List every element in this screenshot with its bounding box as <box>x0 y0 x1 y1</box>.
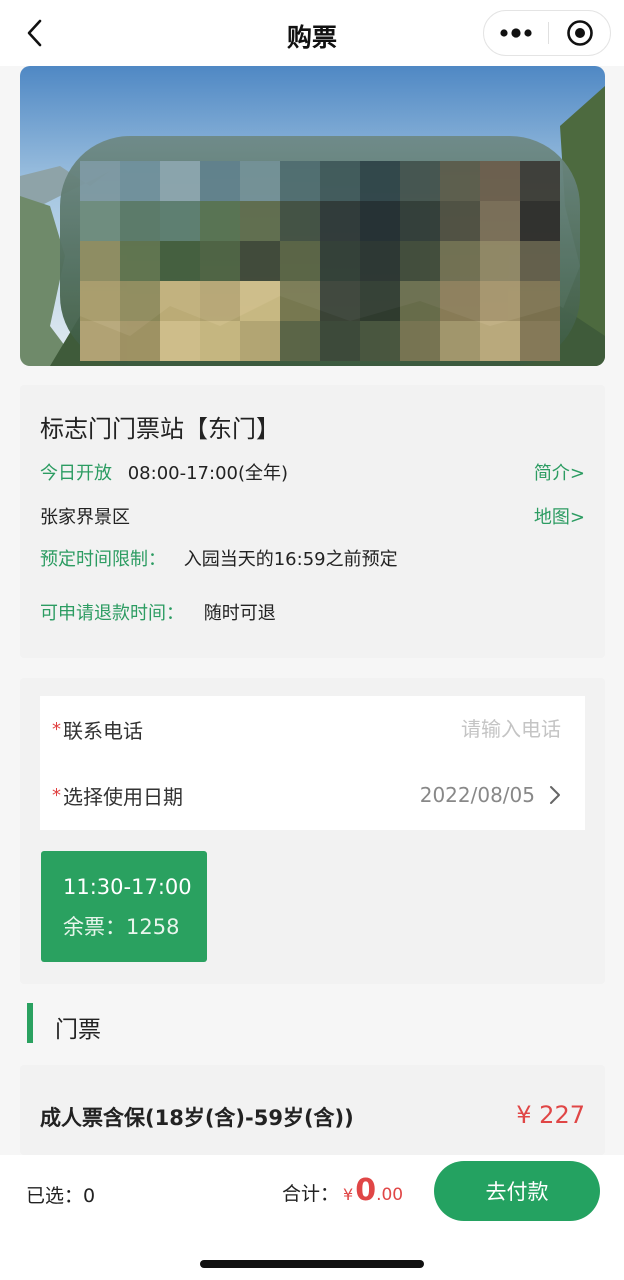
refund-row: 可申请退款时间： 随时可退 <box>40 599 585 625</box>
more-dots-icon <box>500 28 532 38</box>
open-hours-row: 今日开放 08:00-17:00(全年) 简介> <box>40 459 585 485</box>
phone-label: 联系电话 <box>63 718 143 743</box>
booking-limit-row: 预定时间限制： 入园当天的16:59之前预定 <box>40 545 585 571</box>
currency-symbol: ¥ <box>343 1185 354 1204</box>
pay-button[interactable]: 去付款 <box>434 1161 600 1221</box>
booking-limit-label: 预定时间限制： <box>40 549 166 570</box>
slot-time: 11:30-17:00 <box>63 875 192 899</box>
ticket-name: 成人票含保(18岁(含)-59岁(含)) <box>40 1106 354 1130</box>
date-label: 选择使用日期 <box>63 784 183 809</box>
home-indicator <box>200 1260 424 1268</box>
open-label: 今日开放 <box>40 463 112 484</box>
checkout-bar: 已选：0 合计： ¥ 0 .00 去付款 <box>0 1155 624 1280</box>
booking-limit-value: 入园当天的16:59之前预定 <box>183 549 398 570</box>
required-mark: * <box>52 718 61 740</box>
booking-form-card: * 联系电话 * 选择使用日期 2022/08/05 11:30-17:00 余… <box>20 678 605 984</box>
area-row: 张家界景区 地图> <box>40 503 585 529</box>
navigation-bar: 购票 <box>0 0 624 66</box>
more-button[interactable] <box>484 11 548 55</box>
refund-value: 随时可退 <box>203 603 276 624</box>
phone-input[interactable] <box>341 717 561 741</box>
close-mini-program-button[interactable] <box>549 11 611 55</box>
time-slot-option[interactable]: 11:30-17:00 余票：1258 <box>41 851 207 962</box>
open-hours: 08:00-17:00(全年) <box>127 463 289 484</box>
selected-count: 已选：0 <box>26 1185 96 1207</box>
date-value[interactable]: 2022/08/05 <box>420 783 535 807</box>
chevron-right-icon <box>549 785 561 805</box>
intro-link[interactable]: 简介> <box>534 459 585 485</box>
mini-program-capsule <box>483 10 611 56</box>
total-label: 合计： <box>282 1183 340 1205</box>
area-name: 张家界景区 <box>40 507 130 528</box>
refund-label: 可申请退款时间： <box>40 603 184 624</box>
booking-form: * 联系电话 * 选择使用日期 2022/08/05 <box>40 696 585 830</box>
map-link[interactable]: 地图> <box>534 503 585 529</box>
phone-row: * 联系电话 <box>40 696 585 762</box>
ticket-station-info-card: 标志门门票站【东门】 今日开放 08:00-17:00(全年) 简介> 张家界景… <box>20 385 605 658</box>
ticket-item[interactable]: 成人票含保(18岁(含)-59岁(含)) ¥ 227 <box>20 1065 605 1155</box>
target-circle-icon <box>567 20 593 46</box>
total-amount: 合计： ¥ 0 .00 <box>282 1173 403 1208</box>
amount-decimal: .00 <box>376 1185 404 1205</box>
date-row[interactable]: * 选择使用日期 2022/08/05 <box>40 762 585 828</box>
ticket-price: ¥ 227 <box>516 1101 585 1129</box>
amount-integer: 0 <box>355 1173 377 1208</box>
section-title: 门票 <box>55 1017 101 1043</box>
required-mark: * <box>52 784 61 806</box>
station-name: 标志门门票站【东门】 <box>40 415 280 443</box>
slot-remaining: 余票：1258 <box>63 915 180 939</box>
section-accent-bar <box>27 1003 33 1043</box>
scenic-banner-image <box>20 66 605 366</box>
